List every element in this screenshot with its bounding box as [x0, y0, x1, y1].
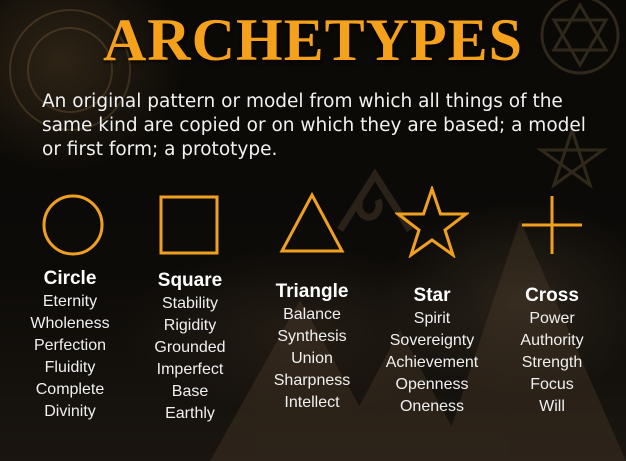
- trait: Perfection: [33, 337, 107, 354]
- trait: Fluidity: [44, 359, 96, 376]
- page-title: ARCHETYPES: [102, 7, 524, 73]
- trait: Synthesis: [277, 328, 347, 345]
- trait: Power: [529, 310, 575, 327]
- trait: Focus: [530, 376, 574, 393]
- trait: Achievement: [385, 354, 479, 371]
- slide: ARCHETYPES An original pattern or model …: [0, 0, 626, 461]
- trait: Spirit: [413, 310, 451, 327]
- trait: Sovereignty: [389, 332, 475, 349]
- archetype-square: Square Stability Rigidity Grounded Imper…: [130, 270, 250, 425]
- cross-icon: [522, 196, 582, 254]
- archetype-circle: Circle Eternity Wholeness Perfection Flu…: [10, 268, 130, 423]
- archetype-name: Triangle: [275, 281, 349, 302]
- trait: Sharpness: [273, 372, 351, 389]
- trait: Stability: [161, 295, 219, 312]
- trait: Complete: [35, 381, 105, 398]
- trait: Authority: [520, 332, 584, 349]
- trait: Imperfect: [156, 361, 224, 378]
- archetype-name: Cross: [525, 285, 579, 306]
- archetype-name: Square: [157, 270, 223, 291]
- trait: Grounded: [154, 339, 226, 356]
- archetype-star: Star Spirit Sovereignty Achievement Open…: [372, 285, 492, 418]
- trait: Oneness: [399, 398, 465, 415]
- circle-icon: [42, 194, 104, 256]
- trait: Union: [291, 350, 333, 367]
- trait: Earthly: [165, 405, 215, 422]
- trait: Base: [171, 383, 209, 400]
- archetype-name: Circle: [43, 268, 97, 289]
- square-icon: [159, 195, 219, 255]
- trait: Eternity: [42, 293, 98, 310]
- definition-text: An original pattern or model from which …: [42, 91, 586, 160]
- trait: Will: [539, 398, 565, 415]
- star-icon: [395, 186, 469, 258]
- trait: Balance: [283, 306, 341, 323]
- archetype-name: Star: [413, 285, 451, 306]
- trait: Openness: [395, 376, 469, 393]
- triangle-icon: [279, 191, 345, 253]
- trait: Intellect: [284, 394, 340, 411]
- trait: Strength: [521, 354, 583, 371]
- archetype-cross: Cross Power Authority Strength Focus Wil…: [492, 285, 612, 418]
- trait: Rigidity: [163, 317, 217, 334]
- archetype-triangle: Triangle Balance Synthesis Union Sharpne…: [252, 281, 372, 414]
- trait: Divinity: [44, 403, 96, 420]
- trait: Wholeness: [30, 315, 110, 332]
